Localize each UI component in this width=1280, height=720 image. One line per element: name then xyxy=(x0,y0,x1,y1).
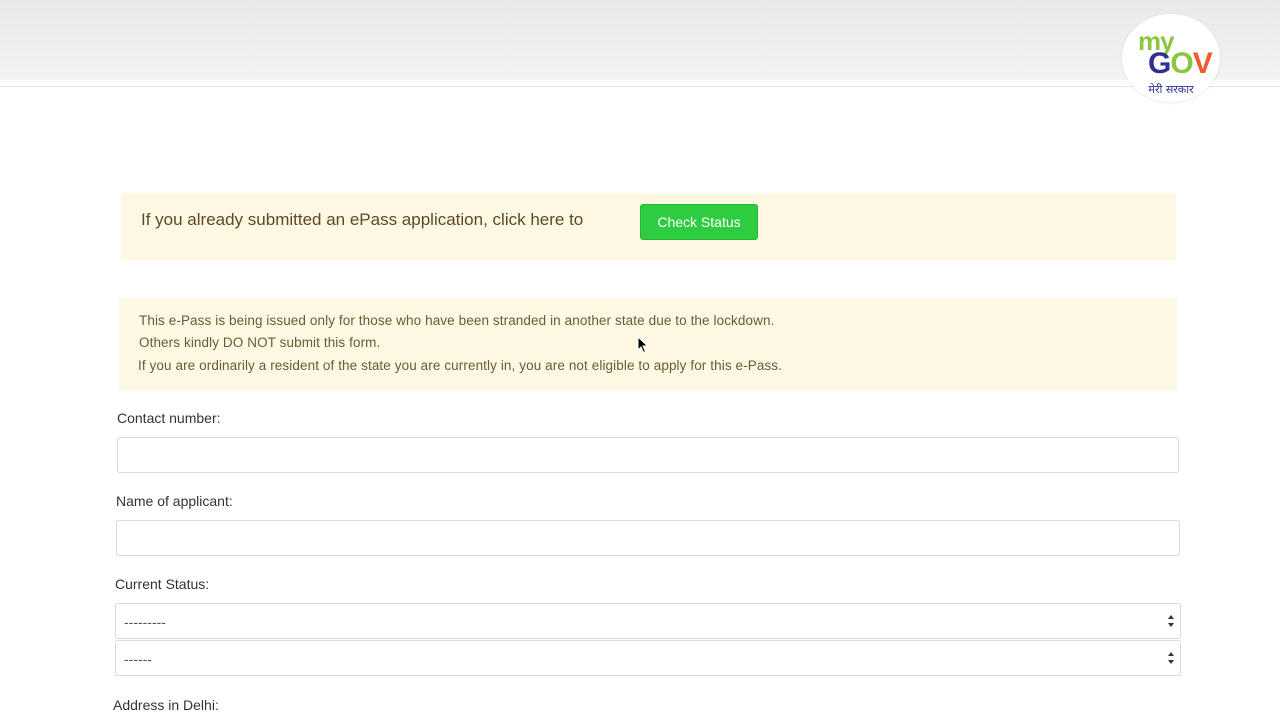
current-status-selected-value: --------- xyxy=(124,614,166,630)
select-arrows-icon xyxy=(1168,652,1174,664)
current-status-sub-select[interactable]: ------ xyxy=(115,640,1181,676)
contact-number-input[interactable] xyxy=(117,437,1179,473)
notice-line-1: This e-Pass is being issued only for tho… xyxy=(139,313,775,328)
logo-gov-text: GOV xyxy=(1148,47,1213,80)
logo-subtitle: मेरी सरकार xyxy=(1148,83,1194,96)
applicant-name-label: Name of applicant: xyxy=(116,493,233,509)
applicant-name-input[interactable] xyxy=(116,520,1180,556)
top-header-bar xyxy=(0,0,1280,80)
select-arrows-icon xyxy=(1168,615,1174,627)
current-status-select[interactable]: --------- xyxy=(115,603,1181,639)
contact-number-label: Contact number: xyxy=(117,410,221,426)
check-status-text: If you already submitted an ePass applic… xyxy=(141,210,584,229)
current-status-label: Current Status: xyxy=(115,576,210,592)
address-delhi-label: Address in Delhi: xyxy=(113,697,219,713)
check-status-button[interactable]: Check Status xyxy=(640,204,758,240)
mouse-cursor-icon xyxy=(637,336,649,354)
mygov-logo[interactable]: my GOV मेरी सरकार xyxy=(1122,14,1220,102)
notice-line-3: If you are ordinarily a resident of the … xyxy=(138,358,782,373)
notice-line-2: Others kindly DO NOT submit this form. xyxy=(139,335,381,350)
current-status-sub-selected-value: ------ xyxy=(124,651,152,667)
header-divider xyxy=(0,86,1280,87)
